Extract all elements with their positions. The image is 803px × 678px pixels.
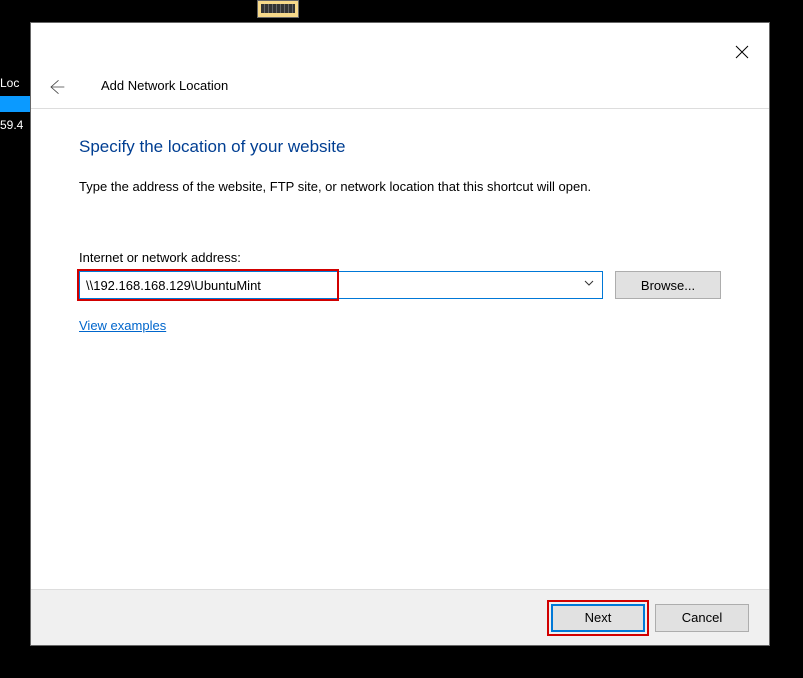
back-button[interactable] xyxy=(43,77,69,97)
dialog-body: Specify the location of your website Typ… xyxy=(31,109,769,589)
dialog-footer: Next Cancel xyxy=(31,589,769,645)
address-field-row: Browse... xyxy=(79,271,721,299)
view-examples-link[interactable]: View examples xyxy=(79,318,166,333)
page-heading: Specify the location of your website xyxy=(79,137,721,157)
browse-button[interactable]: Browse... xyxy=(615,271,721,299)
desktop-side-text: Loc 59.4 xyxy=(0,74,30,134)
selected-drive-indicator xyxy=(0,96,30,112)
back-arrow-icon xyxy=(46,77,66,97)
add-network-location-dialog: Add Network Location Specify the locatio… xyxy=(30,22,770,646)
address-combo-wrap xyxy=(79,271,603,299)
dialog-title: Add Network Location xyxy=(101,78,228,93)
address-field-label: Internet or network address: xyxy=(79,250,721,265)
next-button[interactable]: Next xyxy=(551,604,645,632)
side-label-bottom: 59.4 xyxy=(0,116,30,134)
folder-icon xyxy=(257,0,299,18)
page-description: Type the address of the website, FTP sit… xyxy=(79,179,721,194)
side-label-top: Loc xyxy=(0,74,30,92)
address-input[interactable] xyxy=(79,271,603,299)
close-button[interactable] xyxy=(729,39,755,65)
dialog-header: Add Network Location xyxy=(31,23,769,109)
close-icon xyxy=(735,45,749,59)
cancel-button[interactable]: Cancel xyxy=(655,604,749,632)
tutorial-highlight-next: Next xyxy=(551,604,645,632)
